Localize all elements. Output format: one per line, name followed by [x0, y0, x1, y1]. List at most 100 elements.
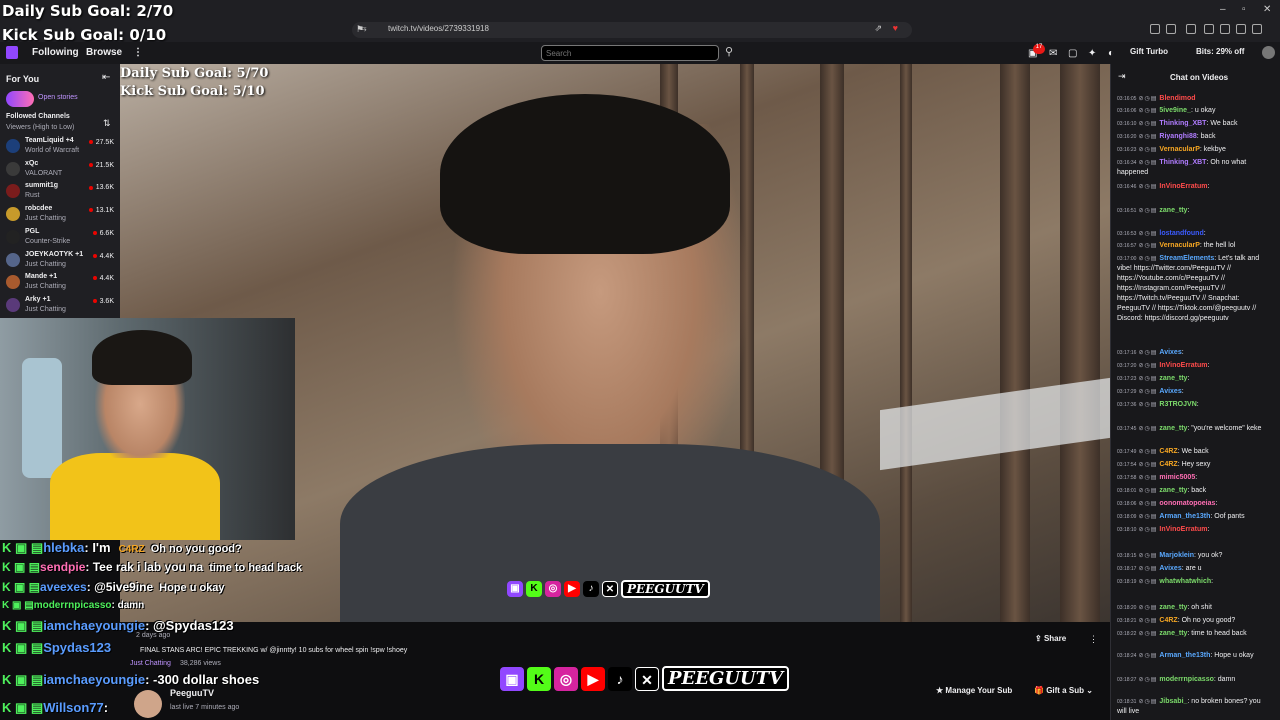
search-input[interactable] — [541, 45, 719, 61]
sidebar-channel[interactable]: JOEYKAOTYK +1 Just Chatting 4.4K — [0, 250, 120, 273]
gift-turbo-button[interactable]: Gift Turbo — [1130, 47, 1168, 56]
chat-username[interactable]: C4RZ — [1159, 448, 1177, 455]
collapse-sidebar-icon[interactable]: ⇤ — [102, 72, 110, 83]
chat-mod-icons[interactable]: ⊘◷▤ — [1138, 677, 1157, 683]
sidebar-toggle-icon[interactable] — [1204, 24, 1214, 34]
chat-mod-icons[interactable]: ⊘◷▤ — [1138, 605, 1157, 611]
chat-mod-icons[interactable]: ⊘◷▤ — [1138, 208, 1157, 214]
open-stories-link[interactable]: Open stories — [38, 94, 78, 101]
inbox-icon[interactable]: ▢ — [1068, 48, 1077, 59]
collapse-chat-icon[interactable]: ⇥ — [1118, 71, 1126, 82]
stories-avatars[interactable] — [6, 91, 34, 107]
chat-username[interactable]: VernacularP — [1159, 242, 1199, 249]
chat-mod-icons[interactable]: ⊘◷▤ — [1138, 363, 1157, 369]
chat-mod-icons[interactable]: ⊘◷▤ — [1138, 514, 1157, 520]
nav-following[interactable]: Following — [32, 47, 79, 58]
tab-icon[interactable] — [1220, 24, 1230, 34]
more-options-icon[interactable]: ⋮ — [1089, 634, 1098, 645]
chat-username[interactable]: 5ive9ine_ — [1159, 107, 1191, 114]
chat-mod-icons[interactable]: ⊘◷▤ — [1138, 462, 1157, 468]
whispers-icon[interactable]: ✉ — [1049, 48, 1057, 59]
chat-mod-icons[interactable]: ⊘◷▤ — [1138, 501, 1157, 507]
bookmark-icon[interactable]: ⚑ — [356, 24, 364, 35]
chat-username[interactable]: Marjoklein — [1159, 552, 1194, 559]
chat-username[interactable]: Jibsabi_ — [1159, 698, 1187, 705]
chat-username[interactable]: C4RZ — [1159, 461, 1177, 468]
sort-icon[interactable]: ⇅ — [103, 118, 111, 129]
chat-username[interactable]: zane_tty — [1159, 630, 1187, 637]
sidebar-channel[interactable]: xQc VALORANT 21.5K — [0, 159, 120, 182]
chat-mod-icons[interactable]: ⊘◷▤ — [1138, 475, 1157, 481]
activity-icon[interactable]: ✦ — [1088, 48, 1096, 59]
chat-mod-icons[interactable]: ⊘◷▤ — [1138, 449, 1157, 455]
sidebar-channel[interactable]: TeamLiquid +4 World of Warcraft 27.5K — [0, 136, 120, 159]
avatar[interactable] — [1262, 46, 1275, 59]
sidebar-channel[interactable]: summit1g Rust 13.6K — [0, 181, 120, 204]
get-bits-button[interactable]: Bits: 29% off — [1196, 47, 1244, 56]
sidebar-channel[interactable]: PGL Counter-Strike 6.6K — [0, 227, 120, 250]
chat-username[interactable]: Thinking_XBT — [1159, 159, 1206, 166]
chat-username[interactable]: zane_tty — [1159, 425, 1187, 432]
chat-username[interactable]: Arman_the13th — [1159, 652, 1210, 659]
chat-username[interactable]: moderrnpicasso — [1159, 676, 1213, 683]
chat-username[interactable]: Blendimod — [1159, 95, 1195, 102]
chat-username[interactable]: zane_tty — [1159, 375, 1187, 382]
chat-mod-icons[interactable]: ⊘◷▤ — [1138, 256, 1157, 262]
chat-mod-icons[interactable]: ⊘◷▤ — [1138, 121, 1157, 127]
chat-mod-icons[interactable]: ⊘◷▤ — [1138, 376, 1157, 382]
chat-username[interactable]: Thinking_XBT — [1159, 120, 1206, 127]
profile-icon[interactable] — [1252, 24, 1262, 34]
chat-mod-icons[interactable]: ⊘◷▤ — [1138, 350, 1157, 356]
extension-puzzle-icon[interactable] — [1150, 24, 1160, 34]
chat-username[interactable]: StreamElements — [1159, 255, 1214, 262]
share-button[interactable]: ⇪ Share — [1035, 634, 1066, 643]
chat-mod-icons[interactable]: ⊘◷▤ — [1138, 579, 1157, 585]
chat-mod-icons[interactable]: ⊘◷▤ — [1138, 488, 1157, 494]
chat-mod-icons[interactable]: ⊘◷▤ — [1138, 699, 1157, 705]
chat-mod-icons[interactable]: ⊘◷▤ — [1138, 653, 1157, 659]
chat-username[interactable]: lostandfound — [1159, 230, 1203, 237]
chat-mod-icons[interactable]: ⊘◷▤ — [1138, 147, 1157, 153]
chat-mod-icons[interactable]: ⊘◷▤ — [1138, 527, 1157, 533]
chat-mod-icons[interactable]: ⊘◷▤ — [1138, 184, 1157, 190]
manage-sub-button[interactable]: ★ Manage Your Sub — [936, 686, 1012, 695]
search-icon[interactable]: ⚲ — [721, 45, 737, 61]
chat-username[interactable]: zane_tty — [1159, 604, 1187, 611]
chat-username[interactable]: oonomatopoeias — [1159, 500, 1215, 507]
twitch-logo-icon[interactable] — [6, 46, 18, 59]
chat-username[interactable]: Arman_the13th — [1159, 513, 1210, 520]
chat-username[interactable]: InVinoErratum — [1159, 362, 1207, 369]
chat-mod-icons[interactable]: ⊘◷▤ — [1138, 389, 1157, 395]
more-menu-icon[interactable]: ⋮ — [133, 47, 143, 58]
chat-mod-icons[interactable]: ⊘◷▤ — [1138, 134, 1157, 140]
chat-mod-icons[interactable]: ⊘◷▤ — [1138, 631, 1157, 637]
maximize-icon[interactable]: ▫ — [1242, 4, 1246, 15]
settings-icon[interactable] — [1236, 24, 1246, 34]
chat-username[interactable]: InVinoErratum — [1159, 183, 1207, 190]
nav-browse[interactable]: Browse — [86, 47, 122, 58]
close-icon[interactable]: ✕ — [1263, 4, 1271, 15]
drops-icon[interactable]: ◐ — [1108, 48, 1114, 59]
extension-icon[interactable] — [1186, 24, 1196, 34]
chat-username[interactable]: Avixes — [1159, 349, 1181, 356]
chat-mod-icons[interactable]: ⊘◷▤ — [1138, 566, 1157, 572]
share-page-icon[interactable]: ⇗ — [874, 23, 882, 34]
gift-sub-button[interactable]: 🎁 Gift a Sub ⌄ — [1034, 686, 1093, 695]
extension-icon[interactable] — [1166, 24, 1176, 34]
address-bar[interactable]: ⇆ twitch.tv/videos/2739331918 ⇗ ♥ — [352, 22, 912, 38]
chat-mod-icons[interactable]: ⊘◷▤ — [1138, 160, 1157, 166]
chat-username[interactable]: zane_tty — [1159, 487, 1187, 494]
chat-mod-icons[interactable]: ⊘◷▤ — [1138, 108, 1157, 114]
chat-username[interactable]: whatwhatwhich — [1159, 578, 1211, 585]
chat-username[interactable]: Riyanghi88 — [1159, 133, 1196, 140]
sidebar-channel[interactable]: robcdee Just Chatting 13.1K — [0, 204, 120, 227]
chat-username[interactable]: VernacularP — [1159, 146, 1199, 153]
extension-icon[interactable]: ♥ — [893, 23, 898, 33]
sidebar-channel[interactable]: Arky +1 Just Chatting 3.6K — [0, 295, 120, 318]
chat-mod-icons[interactable]: ⊘◷▤ — [1138, 402, 1157, 408]
chat-mod-icons[interactable]: ⊘◷▤ — [1138, 426, 1157, 432]
chat-username[interactable]: Avixes — [1159, 565, 1181, 572]
minimize-icon[interactable]: – — [1220, 4, 1226, 15]
chat-mod-icons[interactable]: ⊘◷▤ — [1138, 96, 1157, 102]
chat-username[interactable]: InVinoErratum — [1159, 526, 1207, 533]
